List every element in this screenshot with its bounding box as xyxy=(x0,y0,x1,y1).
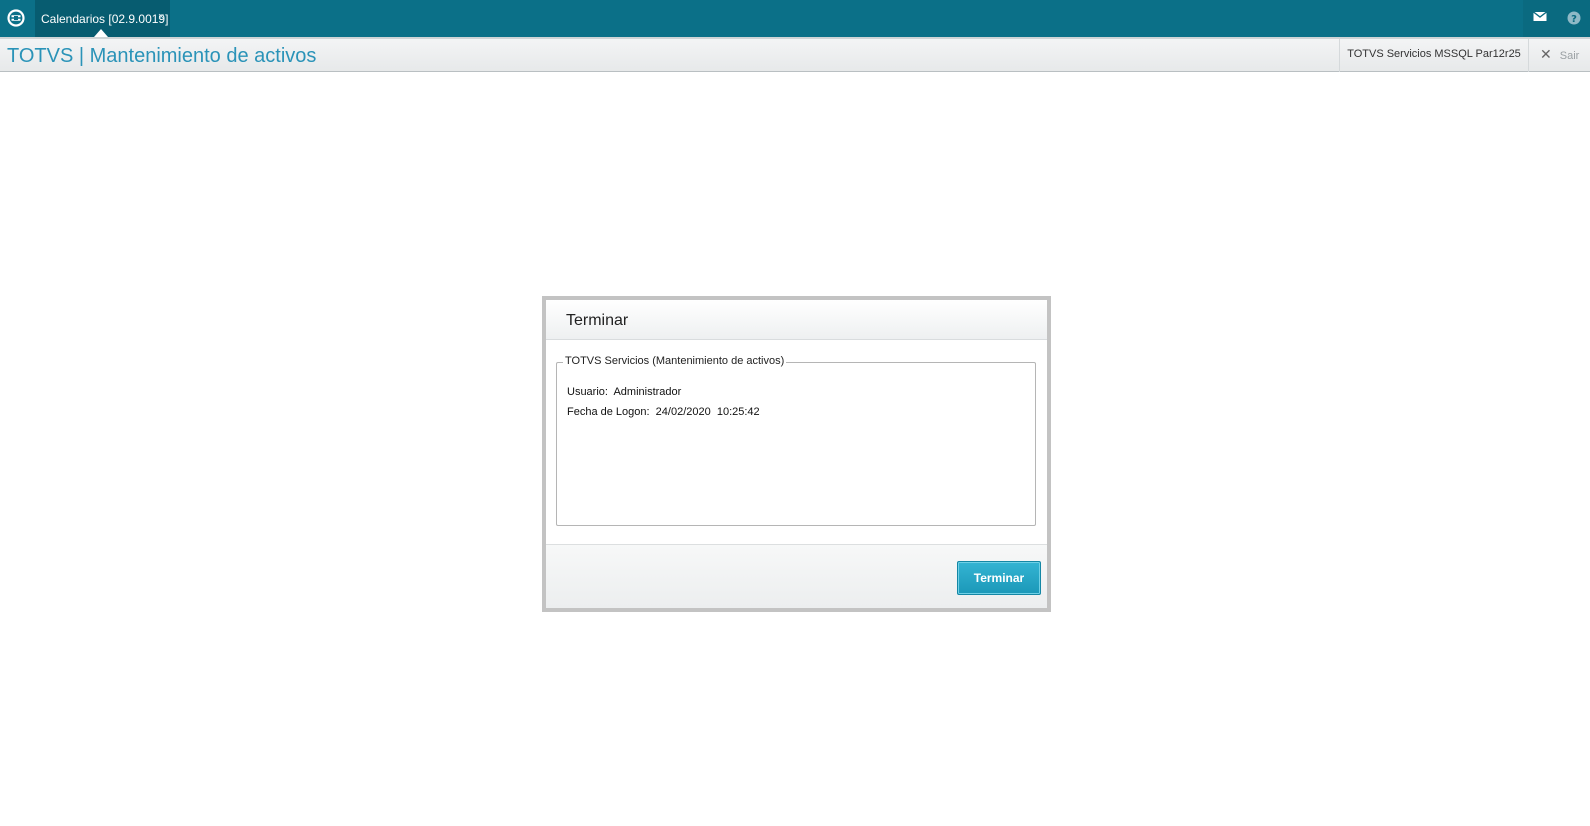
page-title: TOTVS | Mantenimiento de activos xyxy=(7,45,317,67)
help-button[interactable]: ? xyxy=(1559,0,1590,37)
exit-label: Sair xyxy=(1559,50,1580,62)
totvs-logo-icon[interactable] xyxy=(7,9,25,27)
mail-icon xyxy=(1533,11,1547,21)
tab-close-icon[interactable]: × xyxy=(158,11,164,23)
dialog-header: Terminar xyxy=(546,300,1047,340)
user-info: Usuario: Administrador xyxy=(567,386,682,398)
title-bar: TOTVS | Mantenimiento de activos TOTVS S… xyxy=(0,37,1590,72)
dialog-body: Terminar TOTVS Servicios (Mantenimiento … xyxy=(546,300,1047,608)
tab-active-indicator xyxy=(94,29,108,37)
help-icon: ? xyxy=(1567,11,1581,25)
terminate-button[interactable]: Terminar xyxy=(957,561,1041,595)
dialog-title: Terminar xyxy=(566,312,629,329)
tab-calendarios[interactable]: Calendarios [02.9.0019] × xyxy=(35,0,170,37)
session-info-group: TOTVS Servicios (Mantenimiento de activo… xyxy=(556,355,1036,526)
environment-label: TOTVS Servicios MSSQL Par12r25 xyxy=(1339,39,1529,72)
mail-button[interactable] xyxy=(1523,0,1559,37)
svg-text:?: ? xyxy=(1571,14,1577,25)
tab-label: Calendarios [02.9.0019] xyxy=(41,12,169,26)
exit-button[interactable]: ✕ Sair xyxy=(1540,39,1579,72)
top-bar: Calendarios [02.9.0019] × ? xyxy=(0,0,1590,37)
dialog-footer: Terminar xyxy=(546,544,1047,608)
group-legend: TOTVS Servicios (Mantenimiento de activo… xyxy=(563,355,787,367)
logon-date-info: Fecha de Logon: 24/02/2020 10:25:42 xyxy=(567,406,760,418)
close-icon: ✕ xyxy=(1540,46,1552,62)
terminate-dialog: Terminar TOTVS Servicios (Mantenimiento … xyxy=(542,296,1051,612)
